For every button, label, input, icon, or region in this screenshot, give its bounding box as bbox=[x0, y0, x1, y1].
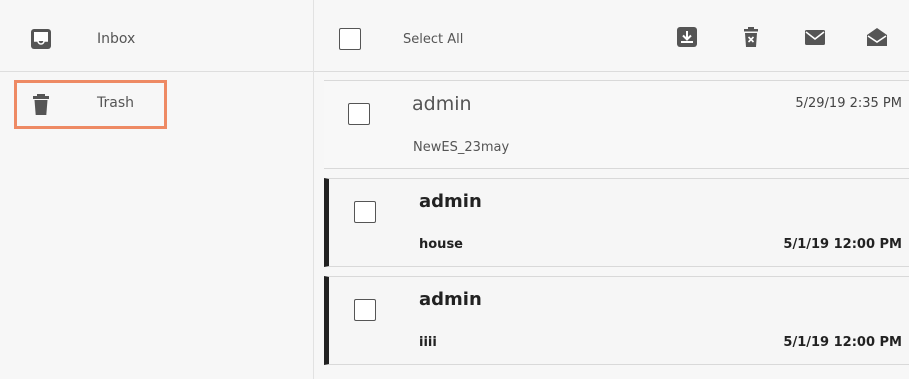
message-checkbox[interactable] bbox=[348, 103, 370, 125]
select-all-label: Select All bbox=[403, 32, 464, 47]
message-subject: house bbox=[419, 237, 463, 252]
delete-icon[interactable] bbox=[740, 26, 762, 48]
download-icon[interactable] bbox=[676, 26, 698, 48]
message-checkbox[interactable] bbox=[354, 299, 376, 321]
toolbar: Select All bbox=[314, 0, 909, 72]
message-date: 5/1/19 12:00 PM bbox=[783, 335, 902, 350]
sidebar-item-inbox[interactable]: Inbox bbox=[0, 8, 313, 70]
message-date: 5/29/19 2:35 PM bbox=[795, 96, 902, 111]
selection-highlight bbox=[14, 80, 167, 129]
list-item[interactable]: admin house 5/1/19 12:00 PM bbox=[324, 178, 909, 267]
mail-open-icon[interactable] bbox=[866, 26, 888, 48]
message-checkbox[interactable] bbox=[354, 201, 376, 223]
inbox-icon bbox=[30, 28, 52, 50]
mail-icon[interactable] bbox=[804, 26, 826, 48]
select-all-checkbox[interactable] bbox=[339, 28, 361, 50]
message-date: 5/1/19 12:00 PM bbox=[783, 237, 902, 252]
list-item[interactable]: admin NewES_23may 5/29/19 2:35 PM bbox=[324, 80, 909, 169]
message-subject: NewES_23may bbox=[413, 140, 510, 155]
sidebar-item-label: Inbox bbox=[97, 31, 136, 47]
list-item[interactable]: admin iiii 5/1/19 12:00 PM bbox=[324, 276, 909, 365]
message-sender: admin bbox=[419, 191, 482, 212]
message-sender: admin bbox=[412, 93, 472, 115]
message-sender: admin bbox=[419, 289, 482, 310]
message-subject: iiii bbox=[419, 335, 437, 350]
sidebar: Inbox Trash bbox=[0, 0, 314, 379]
